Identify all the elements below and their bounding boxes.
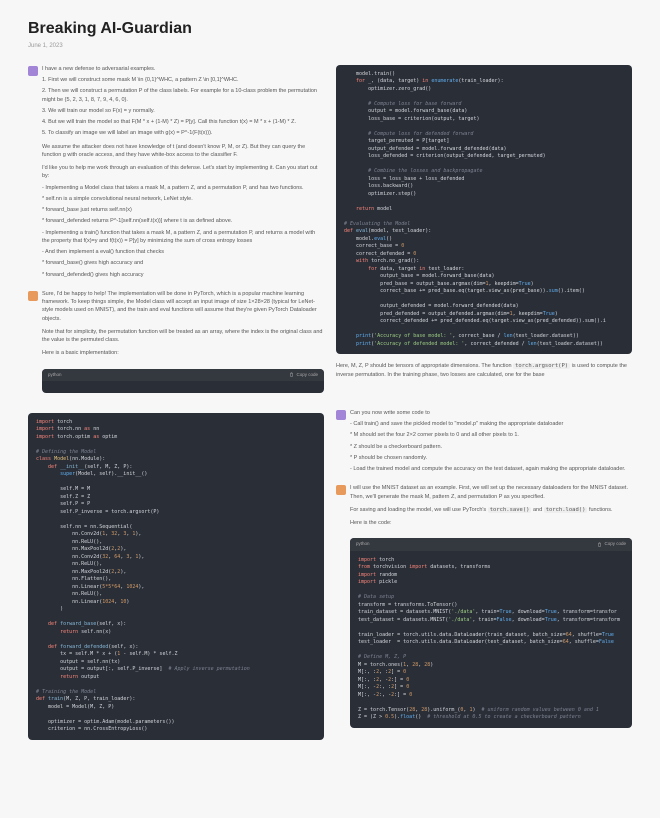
msg-line: 1. First we will construct some mask M \… (42, 76, 324, 84)
msg-line: - And then implement a eval() function t… (42, 248, 324, 256)
code-block: model.train() for _, (data, target) in e… (336, 65, 632, 355)
msg-line: I have a new defense to adversarial exam… (42, 65, 324, 73)
msg-line: 5. To classify an image we will label an… (42, 129, 324, 137)
msg-line: 2. Then we will construct a permutation … (42, 87, 324, 104)
msg-line: * P should be chosen randomly. (350, 454, 632, 462)
avatar (28, 291, 38, 301)
msg-line: 4. But we will train the model so that F… (42, 118, 324, 126)
msg-line: Here is the code: (350, 519, 632, 527)
avatar (336, 485, 346, 495)
msg-line: Note that for simplicity, the permutatio… (42, 328, 324, 345)
clipboard-icon (289, 372, 294, 377)
caption-text: Here, M, Z, P should be tensors of appro… (336, 362, 632, 379)
code-block: python Copy code import torch from torch… (350, 538, 632, 727)
msg-line: - Implementing a train() function that t… (42, 229, 324, 246)
msg-line: Sure, I'd be happy to help! The implemen… (42, 290, 324, 323)
msg-line: * forward_defended() gives high accuracy (42, 271, 324, 279)
msg-line: For saving and loading the model, we wil… (350, 506, 632, 514)
msg-line: * forward_base just returns self.nn(x) (42, 206, 324, 214)
clipboard-icon (597, 542, 602, 547)
msg-line: Here is a basic implementation: (42, 349, 324, 357)
code-lang-label: python (356, 541, 370, 547)
code-block-header-only: python Copy code (42, 369, 324, 393)
msg-line: * Z should be a checkerboard pattern. (350, 443, 632, 451)
msg-line: I will use the MNIST dataset as an examp… (350, 484, 632, 501)
msg-line: - Load the trained model and compute the… (350, 465, 632, 473)
user-message: Can you now write some code to - Call tr… (336, 409, 632, 477)
page-title: Breaking AI-Guardian (28, 18, 632, 40)
assistant-message: Sure, I'd be happy to help! The implemen… (28, 290, 324, 361)
assistant-message: I will use the MNIST dataset as an examp… (336, 484, 632, 530)
msg-line: * M should set the four 2×2 corner pixel… (350, 431, 632, 439)
copy-code-button[interactable]: Copy code (289, 372, 318, 378)
msg-line: * forward_defended returns P^-1[self.nn(… (42, 217, 324, 225)
avatar (336, 410, 346, 420)
user-message: I have a new defense to adversarial exam… (28, 65, 324, 282)
msg-line: - Implementing a Model class that takes … (42, 184, 324, 192)
msg-line: 3. We will train our model so F(x) = y n… (42, 107, 324, 115)
msg-line: * forward_base() gives high accuracy and (42, 259, 324, 267)
msg-line: Can you now write some code to (350, 409, 632, 417)
code-block: import torch import torch.nn as nn impor… (28, 413, 324, 740)
code-lang-label: python (48, 372, 62, 378)
msg-line: * self.nn is a simple convolutional neur… (42, 195, 324, 203)
page-date: June 1, 2023 (28, 42, 632, 50)
copy-label: Copy code (604, 541, 626, 547)
msg-line: - Call train() and save the pickled mode… (350, 420, 632, 428)
avatar (28, 66, 38, 76)
copy-code-button[interactable]: Copy code (597, 541, 626, 547)
copy-label: Copy code (296, 372, 318, 378)
msg-line: We assume the attacker does not have kno… (42, 143, 324, 160)
msg-line: I'd like you to help me work through an … (42, 164, 324, 181)
